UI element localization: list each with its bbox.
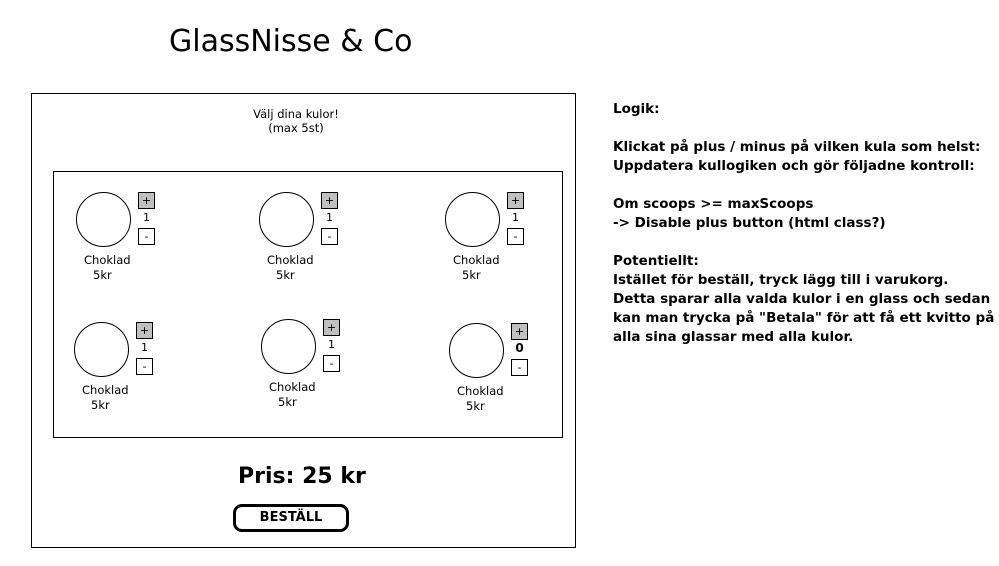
picker-limit: (max 5st) xyxy=(268,121,324,135)
scoop-count: 1 xyxy=(512,211,519,224)
note-line: Klickat på plus / minus på vilken kula s… xyxy=(613,139,981,155)
minus-button[interactable]: - xyxy=(138,228,155,245)
note-line: Detta sparar alla valda kulor i en glass… xyxy=(613,291,991,307)
scoop-price: 5kr xyxy=(91,398,110,412)
order-button[interactable]: BESTÄLL xyxy=(233,504,349,532)
scoop-card: + 1 - Choklad 5kr xyxy=(445,192,545,292)
scoop-card: + 1 - Choklad 5kr xyxy=(74,322,174,422)
note-line: kan man trycka på "Betala" för att få et… xyxy=(613,310,995,326)
note-line: Istället för beställ, tryck lägg till i … xyxy=(613,272,949,288)
note-line xyxy=(613,119,993,138)
scoop-price: 5kr xyxy=(278,395,297,409)
scoop-name: Choklad xyxy=(267,253,314,267)
scoop-count: 1 xyxy=(141,341,148,354)
scoop-card: + 0 - Choklad 5kr xyxy=(449,323,549,423)
scoop-image xyxy=(449,323,504,378)
scoop-card: + 1 - Choklad 5kr xyxy=(261,319,361,419)
minus-button[interactable]: - xyxy=(136,358,153,375)
scoop-name: Choklad xyxy=(269,380,316,394)
note-line: Uppdatera kullogiken och gör följadne ko… xyxy=(613,158,975,174)
scoop-image xyxy=(261,319,316,374)
plus-button[interactable]: + xyxy=(136,322,153,339)
scoop-count: 1 xyxy=(143,211,150,224)
minus-button[interactable]: - xyxy=(323,355,340,372)
plus-button[interactable]: + xyxy=(507,192,524,209)
scoop-name: Choklad xyxy=(457,384,504,398)
scoop-card: + 1 - Choklad 5kr xyxy=(76,192,176,292)
minus-button[interactable]: - xyxy=(321,228,338,245)
picker-instructions: Välj dina kulor! (max 5st) xyxy=(211,107,381,135)
scoop-count: 1 xyxy=(328,338,335,351)
scoop-name: Choklad xyxy=(84,253,131,267)
scoop-name: Choklad xyxy=(453,253,500,267)
scoop-price: 5kr xyxy=(93,268,112,282)
scoop-image xyxy=(74,322,129,377)
note-line: -> Disable plus button (html class?) xyxy=(613,215,886,231)
plus-button[interactable]: + xyxy=(321,192,338,209)
minus-button[interactable]: - xyxy=(511,359,528,376)
scoop-count: 0 xyxy=(515,341,524,355)
total-price: Pris: 25 kr xyxy=(238,464,366,489)
plus-button[interactable]: + xyxy=(323,319,340,336)
scoop-count: 1 xyxy=(326,211,333,224)
plus-button[interactable]: + xyxy=(511,323,528,340)
note-line: Om scoops >= maxScoops xyxy=(613,196,814,212)
scoop-card: + 1 - Choklad 5kr xyxy=(259,192,359,292)
logic-notes: Logik: Klickat på plus / minus på vilken… xyxy=(613,100,995,347)
note-line: alla sina glassar med alla kulor. xyxy=(613,329,854,345)
minus-button[interactable]: - xyxy=(507,228,524,245)
note-line: Potentiellt: xyxy=(613,253,699,269)
note-line xyxy=(613,233,993,252)
note-line: Logik: xyxy=(613,101,660,117)
note-line xyxy=(613,176,993,195)
page-title: GlassNisse & Co xyxy=(169,24,413,59)
scoop-image xyxy=(259,192,314,247)
scoop-image xyxy=(76,192,131,247)
picker-heading: Välj dina kulor! xyxy=(253,107,339,121)
scoop-price: 5kr xyxy=(466,399,485,413)
scoop-name: Choklad xyxy=(82,383,129,397)
scoop-price: 5kr xyxy=(276,268,295,282)
scoop-price: 5kr xyxy=(462,268,481,282)
plus-button[interactable]: + xyxy=(138,192,155,209)
scoop-image xyxy=(445,192,500,247)
